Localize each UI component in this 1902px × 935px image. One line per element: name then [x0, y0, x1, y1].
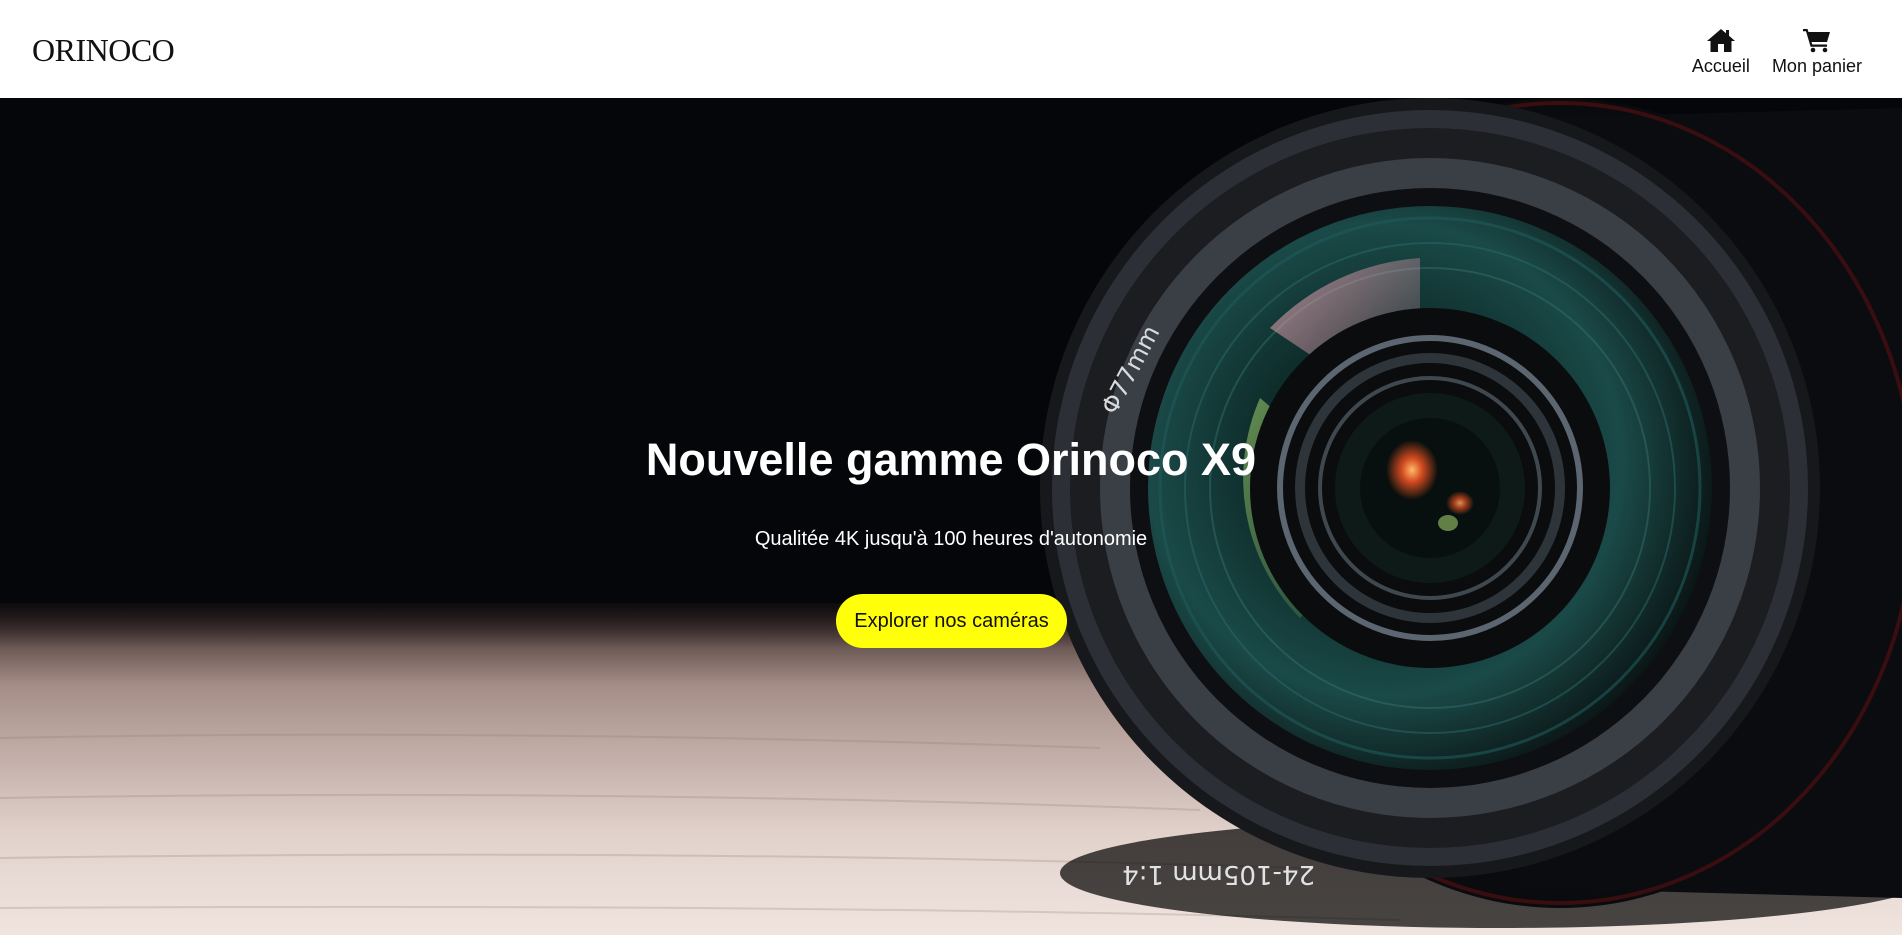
site-logo[interactable]: ORINOCO	[32, 32, 175, 69]
hero-subtitle: Qualitée 4K jusqu'à 100 heures d'autonom…	[754, 528, 1148, 550]
nav-item-accueil[interactable]: Accueil	[1692, 27, 1750, 77]
hero-content: Nouvelle gamme Orinoco X9 Qualitée 4K ju…	[0, 98, 1902, 935]
nav-label-cart: Mon panier	[1771, 56, 1862, 76]
site-header: ORINOCO Accueil Mon panier	[0, 0, 1902, 98]
home-icon	[1706, 27, 1736, 53]
cart-icon	[1802, 27, 1832, 53]
main-nav: Accueil Mon panier	[1692, 27, 1862, 77]
nav-item-cart[interactable]: Mon panier	[1772, 27, 1862, 77]
nav-label-accueil: Accueil	[1691, 56, 1750, 76]
explore-cameras-button[interactable]: Explorer nos caméras	[836, 594, 1067, 648]
hero-title: Nouvelle gamme Orinoco X9	[645, 434, 1257, 485]
hero-banner: Φ77mm 24-105mm 1:4 Nouvelle gamme Orinoc…	[0, 98, 1902, 935]
